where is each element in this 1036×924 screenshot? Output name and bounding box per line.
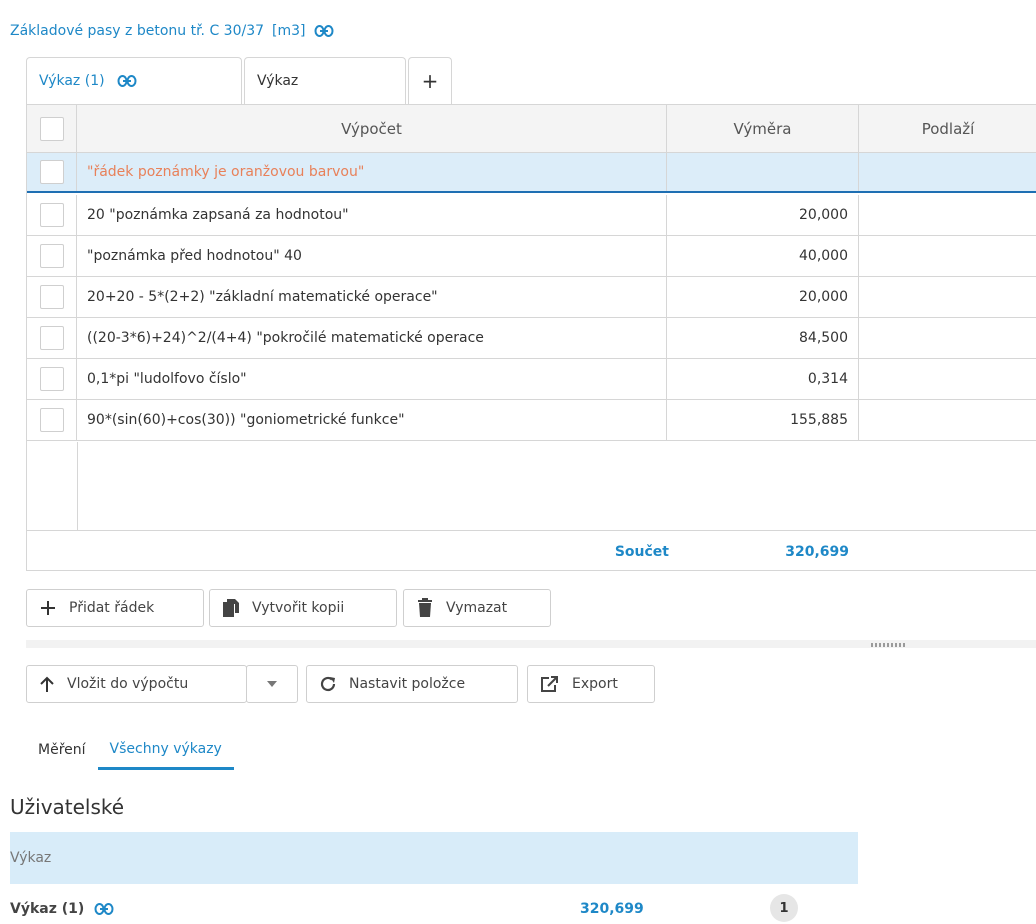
export-button[interactable]: Export — [527, 665, 655, 703]
row-checkbox[interactable] — [39, 285, 64, 309]
arrow-up-icon — [40, 676, 54, 692]
link-icon — [117, 74, 137, 88]
row-checkbox-cell — [27, 400, 77, 440]
column-header-podlazi[interactable]: Podlaží — [859, 105, 1036, 153]
statement-tabs: Výkaz (1) Výkaz + — [26, 57, 454, 104]
formula-cell[interactable]: ((20-3*6)+24)^2/(4+4) "pokročilé matemat… — [77, 318, 667, 358]
row-checkbox-cell — [27, 318, 77, 358]
caret-down-icon — [267, 681, 277, 687]
set-item-label: Nastavit položce — [349, 676, 466, 692]
formula-cell[interactable]: "poznámka před hodnotou" 40 — [77, 236, 667, 276]
list-header: Výkaz — [10, 832, 858, 884]
value-cell: 84,500 — [667, 318, 859, 358]
link-icon[interactable] — [314, 24, 334, 38]
value-cell: 0,314 — [667, 359, 859, 399]
tab-label: Výkaz (1) — [39, 73, 105, 89]
insert-dropdown-button[interactable] — [246, 665, 298, 703]
table-row[interactable]: 90*(sin(60)+cos(30)) "goniometrické funk… — [27, 400, 1036, 441]
add-row-label: Přidat řádek — [69, 600, 155, 616]
formula-cell[interactable]: 20 "poznámka zapsaná za hodnotou" — [77, 195, 667, 235]
row-checkbox[interactable] — [39, 160, 64, 184]
table-row[interactable]: 20+20 - 5*(2+2) "základní matematické op… — [27, 277, 1036, 318]
floor-cell[interactable] — [859, 277, 1036, 317]
row-checkbox[interactable] — [39, 326, 64, 350]
list-item-name: Výkaz (1) — [10, 901, 85, 917]
copy-icon — [223, 599, 239, 617]
table-row[interactable]: 0,1*pi "ludolfovo číslo" 0,314 — [27, 359, 1036, 400]
column-header-vypocet[interactable]: Výpočet — [77, 105, 667, 153]
insert-to-calculation-button[interactable]: Vložit do výpočtu — [26, 665, 247, 703]
refresh-icon — [320, 676, 336, 692]
formula-cell[interactable]: 0,1*pi "ludolfovo číslo" — [77, 359, 667, 399]
value-cell: 20,000 — [667, 195, 859, 235]
list-header-label: Výkaz — [10, 850, 52, 866]
drag-handle-icon[interactable] — [871, 643, 905, 647]
table-row[interactable]: "řádek poznámky je oranžovou barvou" — [27, 153, 1036, 193]
floor-cell[interactable] — [859, 153, 1036, 191]
value-cell: 20,000 — [667, 277, 859, 317]
formula-cell[interactable]: "řádek poznámky je oranžovou barvou" — [77, 153, 667, 191]
select-all-checkbox[interactable] — [39, 116, 64, 141]
grid-header: Výpočet Výměra Podlaží — [27, 105, 1036, 153]
count-badge: 1 — [770, 894, 798, 922]
sum-row: Součet 320,699 — [27, 530, 1036, 571]
row-checkbox-cell — [27, 277, 77, 317]
tab-vsechny-vykazy[interactable]: Všechny výkazy — [97, 730, 234, 770]
export-icon — [541, 676, 558, 692]
row-checkbox[interactable] — [39, 244, 64, 268]
link-icon — [94, 902, 114, 916]
value-cell: 40,000 — [667, 236, 859, 276]
tab-mereni[interactable]: Měření — [26, 730, 98, 770]
measurement-title-row: Základové pasy z betonu tř. C 30/37 [m3] — [10, 20, 334, 42]
plus-icon: + — [421, 69, 439, 93]
value-cell: 155,885 — [667, 400, 859, 440]
trash-icon — [418, 598, 432, 617]
add-tab-button[interactable]: + — [408, 57, 452, 104]
empty-area-divider — [77, 442, 78, 530]
row-checkbox-cell — [27, 236, 77, 276]
item-title: Základové pasy z betonu tř. C 30/37 — [10, 23, 265, 39]
row-checkbox-cell — [27, 195, 77, 235]
tab-vykaz[interactable]: Výkaz — [244, 57, 406, 104]
copy-label: Vytvořit kopii — [252, 600, 345, 616]
add-row-button[interactable]: Přidat řádek — [26, 589, 204, 627]
value-cell — [667, 153, 859, 191]
set-item-button[interactable]: Nastavit položce — [306, 665, 518, 703]
floor-cell[interactable] — [859, 318, 1036, 358]
row-checkbox-cell — [27, 153, 77, 191]
row-checkbox[interactable] — [39, 367, 64, 391]
bottom-tabs: Měření Všechny výkazy — [26, 730, 234, 770]
calculation-grid: Výpočet Výměra Podlaží "řádek poznámky j… — [26, 104, 1036, 571]
delete-button[interactable]: Vymazat — [403, 589, 551, 627]
row-checkbox-cell — [27, 359, 77, 399]
formula-cell[interactable]: 90*(sin(60)+cos(30)) "goniometrické funk… — [77, 400, 667, 440]
row-checkbox[interactable] — [39, 203, 64, 227]
insert-label: Vložit do výpočtu — [67, 676, 189, 692]
sum-value: 320,699 — [785, 543, 849, 560]
row-checkbox[interactable] — [39, 408, 64, 432]
table-row[interactable]: "poznámka před hodnotou" 40 40,000 — [27, 236, 1036, 277]
column-header-vymera[interactable]: Výměra — [667, 105, 859, 153]
formula-cell[interactable]: 20+20 - 5*(2+2) "základní matematické op… — [77, 277, 667, 317]
floor-cell[interactable] — [859, 359, 1036, 399]
plus-icon — [41, 601, 55, 615]
copy-button[interactable]: Vytvořit kopii — [209, 589, 397, 627]
delete-label: Vymazat — [446, 600, 508, 616]
section-title: Uživatelské — [10, 795, 125, 819]
table-row[interactable]: 20 "poznámka zapsaná za hodnotou" 20,000 — [27, 195, 1036, 236]
floor-cell[interactable] — [859, 236, 1036, 276]
table-row[interactable]: ((20-3*6)+24)^2/(4+4) "pokročilé matemat… — [27, 318, 1036, 359]
item-unit: [m3] — [272, 23, 306, 39]
floor-cell[interactable] — [859, 195, 1036, 235]
sum-label: Součet — [614, 543, 669, 560]
tab-label: Výkaz — [257, 73, 299, 89]
floor-cell[interactable] — [859, 400, 1036, 440]
tab-vykaz-1[interactable]: Výkaz (1) — [26, 57, 242, 104]
export-label: Export — [572, 676, 618, 692]
header-checkbox-cell — [27, 105, 77, 152]
